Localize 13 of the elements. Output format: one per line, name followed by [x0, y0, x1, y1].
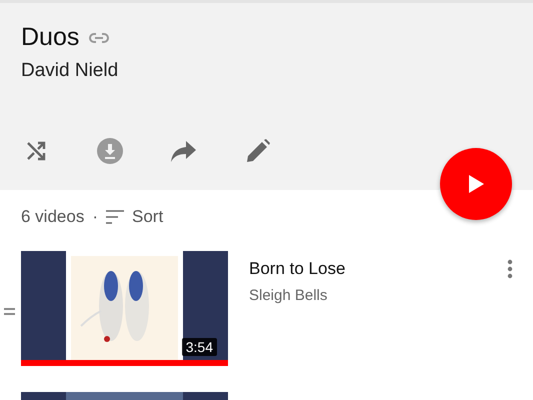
video-count: 6 videos: [21, 207, 84, 227]
sort-button[interactable]: Sort: [106, 207, 164, 227]
sort-icon: [106, 210, 124, 224]
play-icon: [467, 174, 485, 194]
video-title[interactable]: Born to Lose: [249, 259, 533, 279]
download-icon[interactable]: [95, 136, 125, 166]
video-artist: Sleigh Bells: [249, 287, 328, 304]
link-icon[interactable]: [89, 32, 110, 42]
playlist-title: Duos: [21, 23, 80, 52]
playlist-owner: David Nield: [21, 60, 120, 82]
drag-handle-icon[interactable]: [4, 308, 15, 315]
separator-dot: ·: [92, 207, 98, 227]
duration-badge: 3:54: [182, 338, 217, 356]
